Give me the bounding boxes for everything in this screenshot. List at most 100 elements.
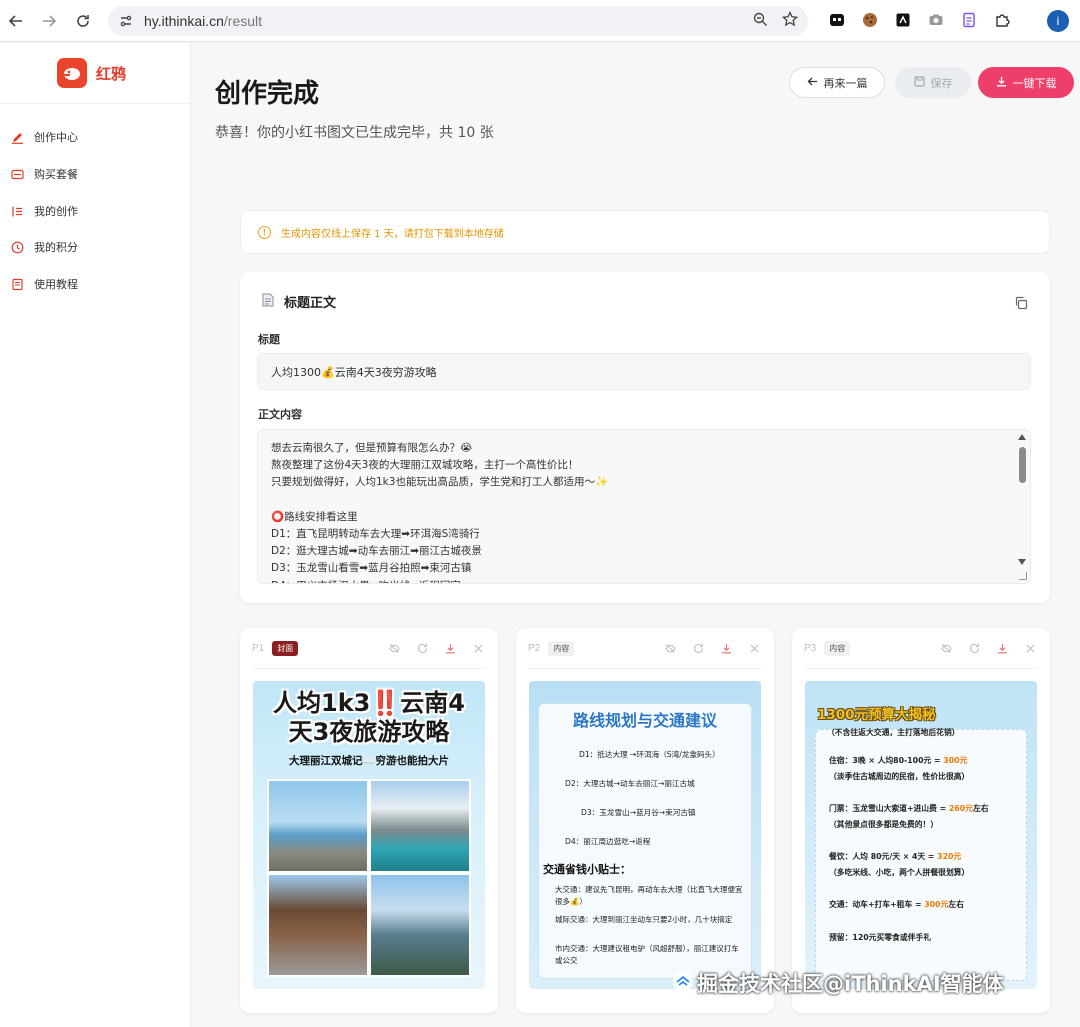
page-type-tag: 封面: [272, 641, 299, 656]
page-subtitle: 恭喜！你的小红书图文已生成完毕，共 10 张: [215, 125, 494, 141]
main-content: 创作完成 恭喜！你的小红书图文已生成完毕，共 10 张 再来一篇 保存 一键下载…: [192, 43, 1080, 1027]
old-town-photo: [267, 873, 369, 977]
sidebar-item-my-works[interactable]: 我的创作: [10, 200, 78, 222]
page-number: P3: [804, 643, 817, 654]
notion-icon[interactable]: [892, 9, 914, 31]
url-path: /result: [223, 13, 263, 29]
url-text: hy.ithinkai.cn/result: [144, 13, 262, 29]
address-bar[interactable]: hy.ithinkai.cn/result: [108, 6, 808, 36]
hide-eye-icon[interactable]: [665, 643, 676, 654]
page-number: P1: [252, 643, 265, 654]
page-card-3[interactable]: P3 内容 1300元预算大揭秘 （不含往返大交通，主打落地后花销） 住宿：3晚…: [792, 628, 1050, 1013]
page-type-tag: 内容: [824, 641, 851, 656]
close-icon[interactable]: [749, 643, 760, 654]
route-day-3: D3：玉龙雪山→蓝月谷→束河古镇: [581, 808, 696, 817]
browser-toolbar: hy.ithinkai.cn/result i: [0, 0, 1080, 42]
route-preview-image[interactable]: 路线规划与交通建议 D1：抵达大理 →环洱海（S湾/龙龛码头） D2：大理古城→…: [529, 681, 761, 989]
back-arrow-icon[interactable]: [4, 9, 28, 33]
divider: [528, 668, 762, 669]
regenerate-icon[interactable]: [693, 643, 704, 654]
regenerate-icon[interactable]: [417, 643, 428, 654]
cover-preview-image[interactable]: 人均1k3‼️云南4 天3夜旅游攻略 大理丽江双城记☁️穷游也能拍大片: [253, 681, 485, 989]
sidebar-item-purchase[interactable]: 购买套餐: [10, 163, 78, 185]
regenerate-icon[interactable]: [969, 643, 980, 654]
budget-amount: 300元: [924, 900, 949, 909]
hide-eye-icon[interactable]: [389, 643, 400, 654]
budget-line-text: （淡季住古城周边的民宿，性价比很高）: [829, 772, 970, 781]
hide-eye-icon[interactable]: [941, 643, 952, 654]
title-field[interactable]: 人均1300💰云南4天3夜穷游攻略: [257, 353, 1031, 390]
budget-preview-image[interactable]: 1300元预算大揭秘 （不含往返大交通，主打落地后花销） 住宿：3晚 × 人均8…: [805, 681, 1037, 989]
profile-avatar[interactable]: i: [1047, 10, 1069, 32]
save-label: 保存: [930, 76, 953, 90]
sidebar-item-label: 使用教程: [34, 278, 78, 291]
watermark-text: 掘金技术社区@iThinkAI智能体: [697, 972, 1004, 996]
save-button[interactable]: 保存: [895, 67, 971, 98]
close-icon[interactable]: [473, 643, 484, 654]
budget-amount: 320元: [937, 852, 962, 861]
pagoda-photo: [369, 873, 471, 977]
body-textarea[interactable]: 想去云南很久了，但是预算有限怎么办？😭 熬夜整理了这份4天3夜的大理丽江双城攻略，…: [257, 429, 1031, 584]
sidebar-item-create[interactable]: 创作中心: [10, 126, 78, 148]
page-card-2[interactable]: P2 内容 路线规划与交通建议 D1：抵达大理 →环洱海（S湾/龙龛码头） D2…: [516, 628, 774, 1013]
notice-text: 生成内容仅线上保存 1 天，请打包下载到本地存储: [281, 228, 504, 240]
list-icon: [10, 204, 24, 218]
body-line: [271, 492, 608, 509]
divider: [804, 668, 1038, 669]
budget-subtitle: （不含往返大交通，主打落地后花销）: [827, 728, 960, 737]
cookie-icon[interactable]: [859, 9, 881, 31]
reload-icon[interactable]: [71, 9, 95, 33]
budget-line: 住宿：3晚 × 人均80-100元 = 300元: [829, 753, 1029, 769]
sidebar-item-label: 创作中心: [34, 131, 78, 144]
puzzle-icon[interactable]: [991, 9, 1013, 31]
route-day-1: D1：抵达大理 →环洱海（S湾/龙龛码头）: [579, 750, 720, 759]
close-icon[interactable]: [1025, 643, 1036, 654]
page-card-header: P2 内容: [528, 641, 575, 656]
sidebar-item-points[interactable]: 我的积分: [10, 236, 78, 258]
scroll-up-arrow-icon[interactable]: [1018, 434, 1026, 440]
crow-logo-icon: [57, 58, 87, 88]
scroll-down-arrow-icon[interactable]: [1018, 559, 1026, 565]
extension-grid-icon[interactable]: [826, 9, 848, 31]
resize-handle[interactable]: [1019, 572, 1027, 580]
scroll-thumb[interactable]: [1019, 447, 1026, 483]
download-icon[interactable]: [997, 643, 1008, 654]
download-icon[interactable]: [721, 643, 732, 654]
page-card-1[interactable]: P1 封面 人均1k3‼️云南4 天3夜旅游攻略 大理丽江双城记☁️穷游也能拍大…: [240, 628, 498, 1013]
zoom-icon[interactable]: [753, 12, 768, 31]
budget-line-text: 交通：动车+打车+租车 =: [829, 900, 925, 909]
save-icon: [913, 75, 925, 90]
camera-icon[interactable]: [925, 9, 947, 31]
page-card-header: P3 内容: [804, 641, 851, 656]
body-line: D1：直飞昆明转动车去大理➡环洱海S湾骑行: [271, 528, 480, 541]
site-settings-icon[interactable]: [116, 11, 136, 31]
cover-title-line1b: 云南4: [400, 689, 465, 717]
document-icon: [262, 293, 274, 311]
create-another-button[interactable]: 再来一篇: [789, 67, 885, 98]
route-day-4: D4：丽江周边逛吃→返程: [565, 837, 651, 846]
document-icon[interactable]: [958, 9, 980, 31]
extensions-bar: [826, 9, 1013, 31]
copy-icon[interactable]: [1014, 295, 1028, 310]
budget-line: （其他景点很多都是免费的！）: [829, 817, 1029, 833]
budget-amount: 260元: [948, 804, 973, 813]
divider: [0, 103, 191, 104]
download-all-button[interactable]: 一键下载: [978, 67, 1074, 98]
budget-line: 交通：动车+打车+租车 = 300元左右: [829, 897, 1029, 913]
textarea-scrollbar[interactable]: [1015, 430, 1030, 583]
retention-notice: ! 生成内容仅线上保存 1 天，请打包下载到本地存储: [240, 210, 1050, 254]
tip-item: 市内交通：大理建议租电驴（风超舒服），丽江建议打车或公交: [555, 944, 739, 965]
forward-arrow-icon[interactable]: [37, 9, 61, 33]
cover-title-exclaim: ‼️: [370, 689, 401, 717]
snow-mountain-photo: [369, 779, 471, 873]
brand[interactable]: 红鸦: [57, 58, 126, 88]
bookmark-star-icon[interactable]: [781, 10, 799, 31]
budget-amount: 300元: [943, 756, 968, 765]
download-icon[interactable]: [445, 643, 456, 654]
budget-line-text: （多吃米线、小吃，两个人拼餐很划算）: [829, 868, 970, 877]
body-line: 只要规划做得好，人均1k3也能玩出高品质，学生党和打工人都适用～✨: [271, 476, 609, 489]
body-label: 正文内容: [258, 408, 302, 421]
sidebar-item-tutorial[interactable]: 使用教程: [10, 273, 78, 295]
cover-title: 人均1k3‼️云南4 天3夜旅游攻略: [253, 689, 485, 747]
card-heading-text: 标题正文: [284, 296, 337, 311]
